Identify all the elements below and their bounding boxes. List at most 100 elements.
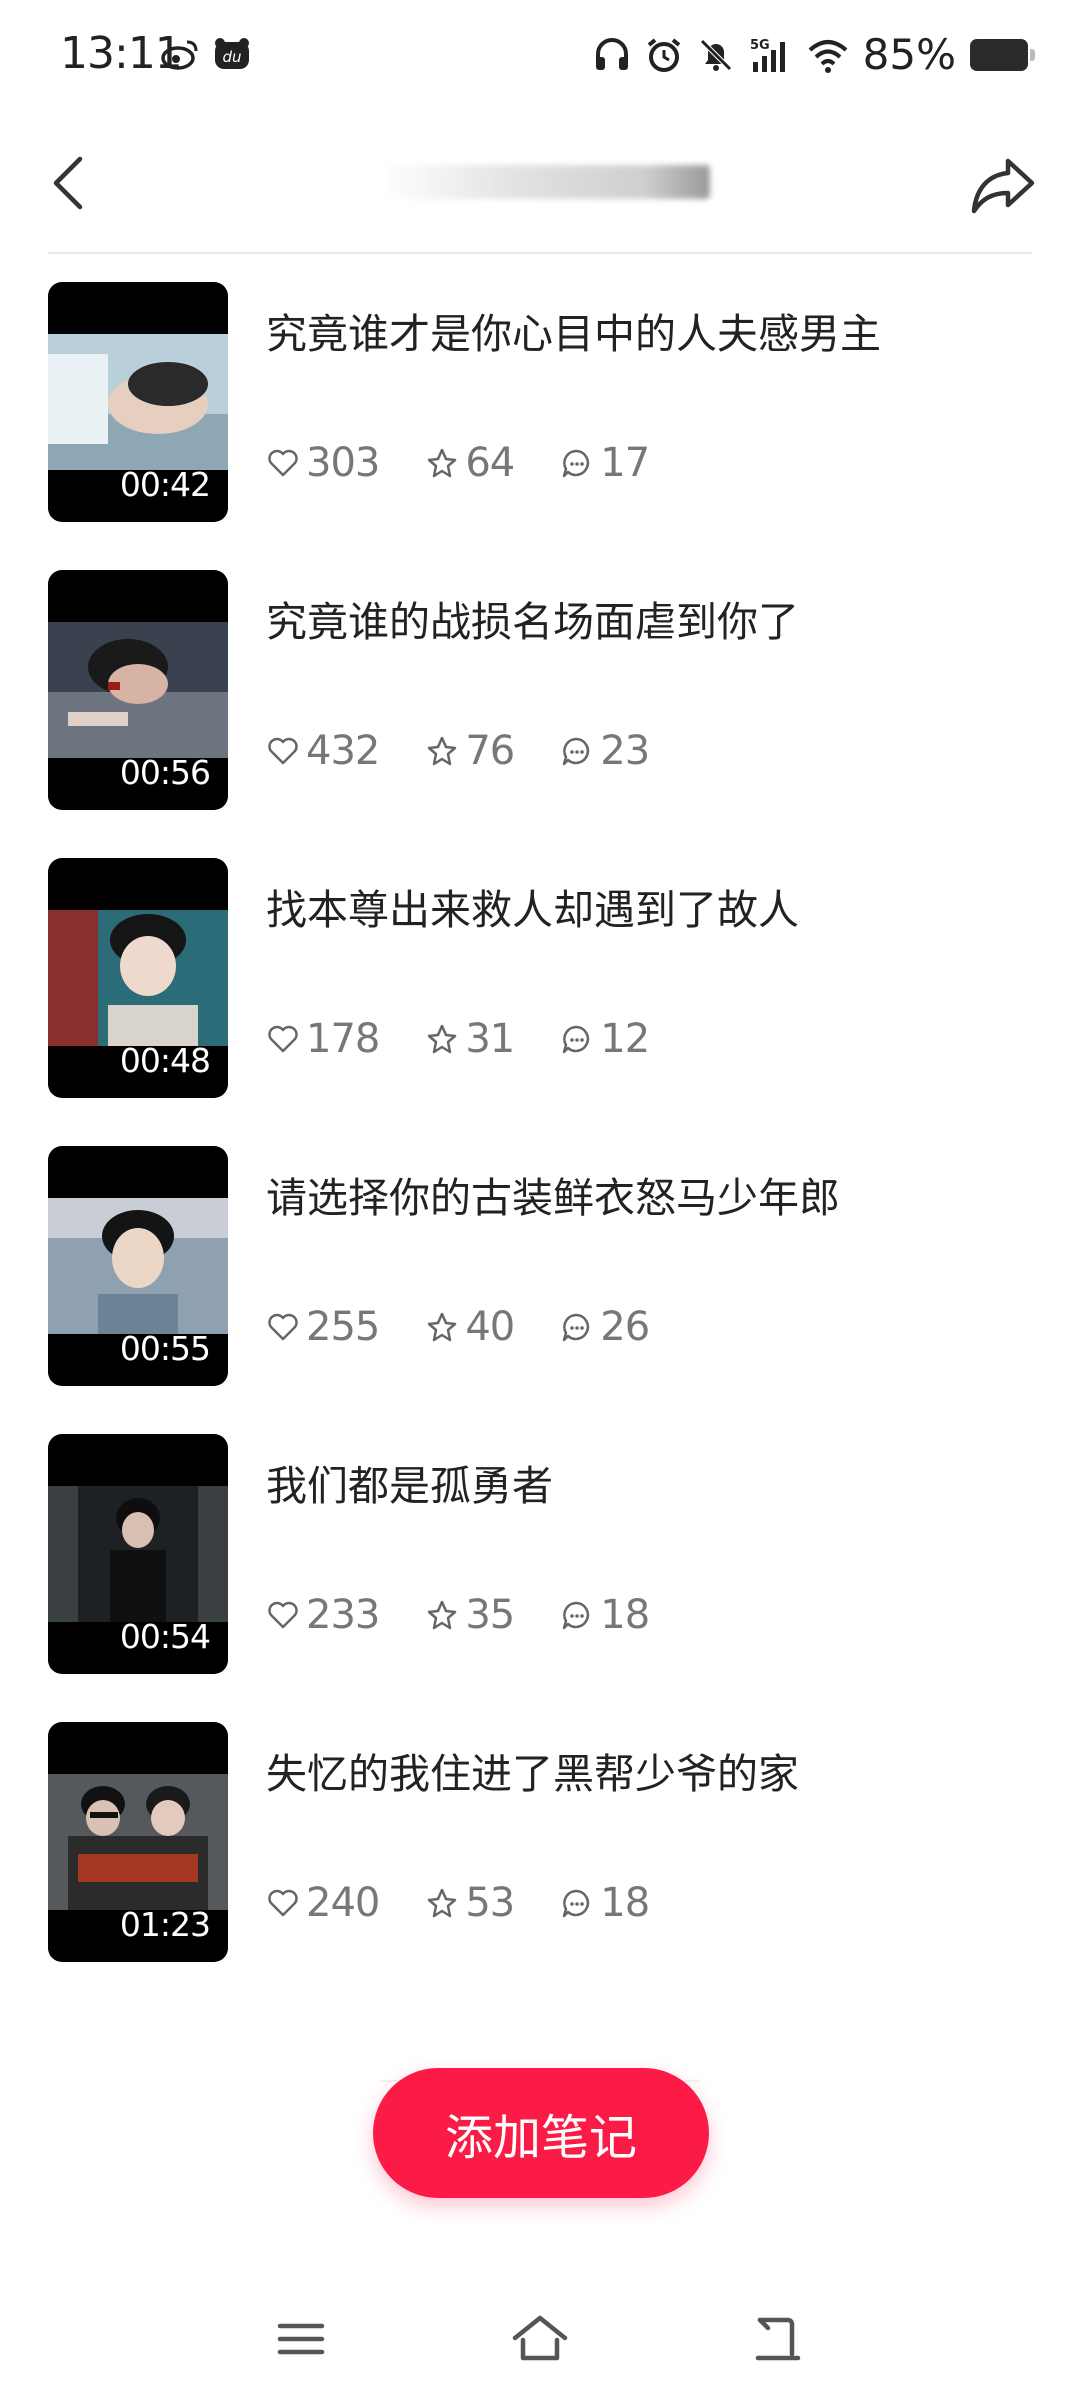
heart-icon <box>268 449 298 477</box>
home-icon <box>512 2315 568 2361</box>
video-thumbnail[interactable]: 00:55 <box>48 1146 228 1386</box>
nav-home-button[interactable] <box>505 2304 575 2374</box>
like-stat[interactable]: 255 <box>266 1304 380 1350</box>
favorite-count: 64 <box>465 440 515 486</box>
nav-back-button[interactable] <box>744 2304 814 2374</box>
favorite-stat[interactable]: 40 <box>425 1304 515 1350</box>
weibo-icon <box>161 40 198 70</box>
note-title[interactable]: 找本尊出来救人却遇到了故人 <box>266 876 799 936</box>
video-thumbnail[interactable]: 00:54 <box>48 1434 228 1674</box>
video-duration: 00:48 <box>119 1041 211 1080</box>
like-stat[interactable]: 303 <box>266 440 380 486</box>
thumbnail-image <box>48 334 228 470</box>
system-nav-bar <box>0 2290 1080 2400</box>
like-stat[interactable]: 233 <box>266 1592 380 1638</box>
comment-stat[interactable]: 12 <box>560 1016 650 1062</box>
list-item[interactable]: 00:55 请选择你的古装鲜衣怒马少年郎 255 40 26 <box>0 1144 1080 1432</box>
header-divider <box>48 252 1032 254</box>
like-stat[interactable]: 432 <box>266 728 380 774</box>
video-thumbnail[interactable]: 00:42 <box>48 282 228 522</box>
stats-row: 432 76 23 <box>266 728 695 774</box>
comment-stat[interactable]: 17 <box>560 440 650 486</box>
favorite-stat[interactable]: 53 <box>425 1880 515 1926</box>
comment-count: 18 <box>600 1880 650 1926</box>
comment-count: 12 <box>600 1016 650 1062</box>
like-count: 233 <box>306 1592 380 1638</box>
video-duration: 00:54 <box>119 1617 211 1656</box>
header <box>0 115 1080 253</box>
comment-count: 23 <box>600 728 650 774</box>
nav-menu-button[interactable] <box>266 2304 336 2374</box>
comment-count: 26 <box>600 1304 650 1350</box>
favorite-stat[interactable]: 76 <box>425 728 515 774</box>
list-item[interactable]: 00:54 我们都是孤勇者 233 35 18 <box>0 1432 1080 1720</box>
like-count: 178 <box>306 1016 380 1062</box>
wifi-icon <box>808 39 847 73</box>
add-note-button[interactable]: 添加笔记 <box>373 2068 709 2198</box>
star-icon <box>428 448 457 478</box>
favorite-stat[interactable]: 64 <box>425 440 515 486</box>
favorite-count: 35 <box>465 1592 515 1638</box>
stats-row: 240 53 18 <box>266 1880 695 1926</box>
comment-count: 18 <box>600 1592 650 1638</box>
video-thumbnail[interactable]: 01:23 <box>48 1722 228 1962</box>
thumbnail-image <box>48 1198 228 1334</box>
like-stat[interactable]: 178 <box>266 1016 380 1062</box>
note-title[interactable]: 我们都是孤勇者 <box>266 1452 553 1512</box>
share-button[interactable] <box>968 149 1040 221</box>
favorite-count: 53 <box>465 1880 515 1926</box>
thumbnail-image <box>48 1774 228 1910</box>
note-title[interactable]: 究竟谁的战损名场面虐到你了 <box>266 588 799 648</box>
stats-row: 178 31 12 <box>266 1016 695 1062</box>
note-list: 00:42 究竟谁才是你心目中的人夫感男主 303 64 17 00:56 究竟… <box>0 280 1080 2008</box>
heart-icon <box>268 1025 298 1053</box>
favorite-count: 31 <box>465 1016 515 1062</box>
heart-icon <box>268 1313 298 1341</box>
heart-icon <box>268 1889 298 1917</box>
comment-icon <box>563 1025 590 1054</box>
headphones-icon <box>595 37 628 70</box>
video-duration: 00:42 <box>119 465 211 504</box>
stats-row: 233 35 18 <box>266 1592 695 1638</box>
battery-icon <box>970 38 1035 71</box>
alarm-icon <box>647 37 680 72</box>
list-item[interactable]: 00:42 究竟谁才是你心目中的人夫感男主 303 64 17 <box>0 280 1080 568</box>
note-title[interactable]: 究竟谁才是你心目中的人夫感男主 <box>266 300 881 360</box>
list-item[interactable]: 00:48 找本尊出来救人却遇到了故人 178 31 12 <box>0 856 1080 1144</box>
status-right: 5G 85% <box>593 30 1035 79</box>
comment-icon <box>563 449 590 478</box>
star-icon <box>428 1312 457 1342</box>
comment-icon <box>563 737 590 766</box>
like-count: 303 <box>306 440 380 486</box>
comment-stat[interactable]: 26 <box>560 1304 650 1350</box>
video-thumbnail[interactable]: 00:56 <box>48 570 228 810</box>
comment-icon <box>563 1889 590 1918</box>
comment-icon <box>563 1601 590 1630</box>
note-title[interactable]: 失忆的我住进了黑帮少爷的家 <box>266 1740 799 1800</box>
mute-icon <box>699 38 732 71</box>
share-icon <box>971 158 1035 214</box>
svg-text:du: du <box>222 48 241 66</box>
star-icon <box>428 1024 457 1054</box>
thumbnail-image <box>48 1486 228 1622</box>
video-duration: 00:55 <box>119 1329 211 1368</box>
list-item[interactable]: 01:23 失忆的我住进了黑帮少爷的家 240 53 18 <box>0 1720 1080 2008</box>
list-item[interactable]: 00:56 究竟谁的战损名场面虐到你了 432 76 23 <box>0 568 1080 856</box>
back-button[interactable] <box>40 151 104 215</box>
like-count: 255 <box>306 1304 380 1350</box>
signal-5g-icon: 5G <box>750 38 785 72</box>
comment-icon <box>563 1313 590 1342</box>
like-count: 240 <box>306 1880 380 1926</box>
comment-stat[interactable]: 18 <box>560 1880 650 1926</box>
page-title-obscured <box>380 165 710 199</box>
comment-stat[interactable]: 18 <box>560 1592 650 1638</box>
note-title[interactable]: 请选择你的古装鲜衣怒马少年郎 <box>266 1164 840 1224</box>
favorite-count: 40 <box>465 1304 515 1350</box>
star-icon <box>428 1888 457 1918</box>
favorite-stat[interactable]: 31 <box>425 1016 515 1062</box>
favorite-count: 76 <box>465 728 515 774</box>
video-thumbnail[interactable]: 00:48 <box>48 858 228 1098</box>
comment-stat[interactable]: 23 <box>560 728 650 774</box>
like-stat[interactable]: 240 <box>266 1880 380 1926</box>
favorite-stat[interactable]: 35 <box>425 1592 515 1638</box>
